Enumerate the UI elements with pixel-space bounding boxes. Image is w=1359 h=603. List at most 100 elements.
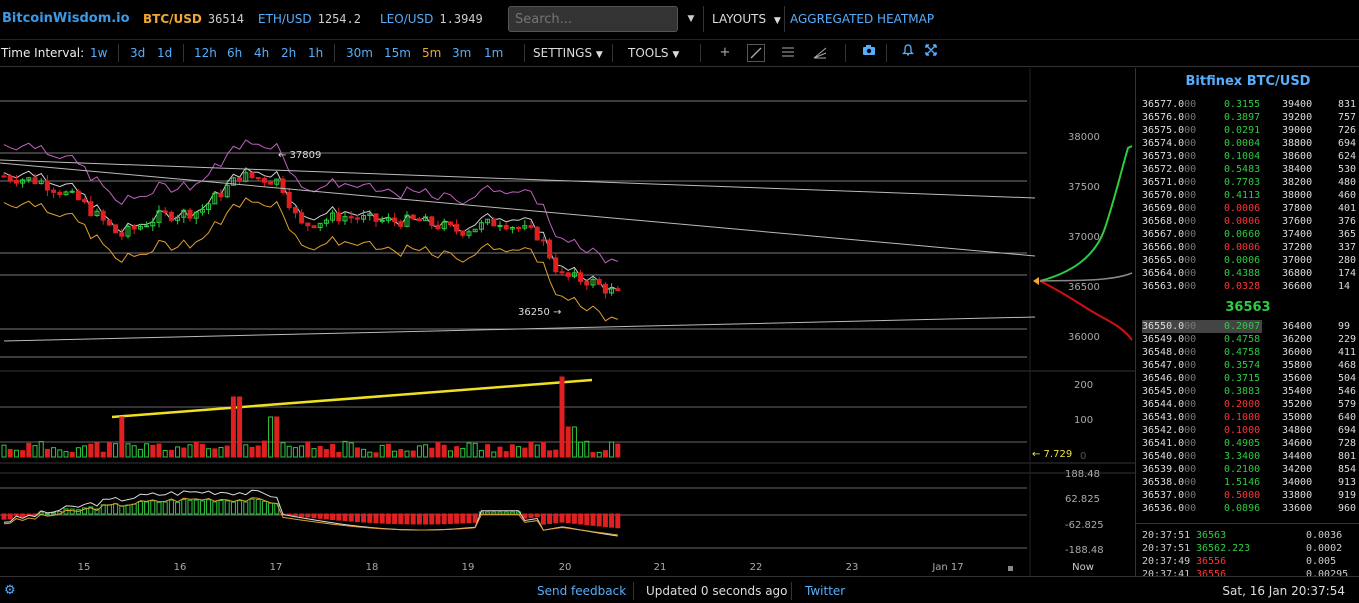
orderbook-row[interactable]: 36569.000 0.0006 37800 401 [1142, 202, 1356, 215]
orderbook-amount: 0.0896 [1224, 503, 1261, 514]
orderbook-row[interactable]: 36544.000 0.2000 35200 579 [1142, 398, 1356, 411]
tools-menu[interactable]: TOOLS ▼ [628, 46, 679, 60]
interval-5m[interactable]: 5m [422, 46, 441, 60]
volume-bar [175, 446, 181, 458]
ticker-symbol: BTC/USD [143, 12, 202, 26]
orderbook-row[interactable]: 36564.000 0.4388 36800 174 [1142, 267, 1356, 280]
fibonacci-icon[interactable] [811, 44, 829, 62]
orderbook-row[interactable]: 36540.000 3.3400 34400 801 [1142, 450, 1356, 463]
interval-3d[interactable]: 3d [130, 46, 145, 60]
orderbook-row[interactable]: 36547.000 0.3574 35800 468 [1142, 359, 1356, 372]
volume-bar [485, 444, 491, 458]
candle-body [547, 239, 553, 259]
interval-6h[interactable]: 6h [227, 46, 242, 60]
orderbook-row[interactable]: 36565.000 0.0006 37000 280 [1142, 254, 1356, 267]
macd-histogram-bar [367, 513, 373, 523]
search-input[interactable] [508, 6, 678, 32]
now-label: Now [1072, 562, 1094, 573]
orderbook-row[interactable]: 36572.000 0.5483 38400 530 [1142, 163, 1356, 176]
settings-menu[interactable]: SETTINGS ▼ [533, 46, 603, 60]
candle-body [454, 224, 460, 232]
orderbook-row[interactable]: 36576.000 0.3897 39200 757 [1142, 111, 1356, 124]
orderbook-row[interactable]: 36539.000 0.2100 34200 854 [1142, 463, 1356, 476]
orderbook-row[interactable]: 36536.000 0.0896 33600 960 [1142, 502, 1356, 515]
trendline-icon[interactable] [747, 44, 765, 62]
crosshair-icon[interactable]: + [716, 44, 734, 62]
candle-body [32, 177, 38, 185]
orderbook-row[interactable]: 36538.000 1.5146 34000 913 [1142, 476, 1356, 489]
orderbook-sum: 36600 [1282, 281, 1313, 292]
chart-area[interactable]: 38000 37500 37000 36500 36000 200 100 0 ← 7.729 1… [0, 68, 1135, 576]
interval-1h[interactable]: 1h [308, 46, 323, 60]
orderbook-row[interactable]: 36568.000 0.0006 37600 376 [1142, 215, 1356, 228]
orderbook-row[interactable]: 36545.000 0.3883 35400 546 [1142, 385, 1356, 398]
layouts-dropdown[interactable]: LAYOUTS ▼ [703, 6, 785, 32]
divider [791, 582, 792, 600]
aggregated-heatmap-link[interactable]: AGGREGATED HEATMAP [790, 12, 934, 26]
ticker-btc[interactable]: BTC/USD 36514 [143, 12, 244, 26]
macd-histogram-bar [534, 513, 540, 518]
orderbook-sum: 38800 [1282, 138, 1313, 149]
orderbook-row[interactable]: 36542.000 0.1000 34800 694 [1142, 424, 1356, 437]
orderbook-row[interactable]: 36546.000 0.3715 35600 504 [1142, 372, 1356, 385]
orderbook-row[interactable]: 36566.000 0.0006 37200 337 [1142, 241, 1356, 254]
interval-1m[interactable]: 1m [484, 46, 503, 60]
volume-bar [144, 443, 150, 458]
chevron-down-icon[interactable]: ▼ [680, 6, 702, 32]
candle-body [447, 221, 453, 226]
orderbook-sum: 35200 [1282, 399, 1313, 410]
ticker-leo[interactable]: LEO/USD 1.3949 [380, 12, 483, 26]
interval-12h[interactable]: 12h [194, 46, 217, 60]
fullscreen-icon[interactable] [922, 44, 940, 62]
orderbook-row[interactable]: 36573.000 0.1004 38600 624 [1142, 150, 1356, 163]
orderbook-row[interactable]: 36549.000 0.4758 36200 229 [1142, 333, 1356, 346]
interval-4h[interactable]: 4h [254, 46, 269, 60]
gear-icon[interactable]: ⚙ [4, 583, 16, 598]
trade-amount: 0.0036 [1306, 530, 1343, 541]
horizontal-lines-icon[interactable] [779, 44, 797, 62]
orderbook-row[interactable]: 36537.000 0.5000 33800 919 [1142, 489, 1356, 502]
orderbook-price: 36567.000 [1142, 229, 1197, 240]
orderbook-row[interactable]: 36570.000 0.4113 38000 460 [1142, 189, 1356, 202]
orderbook-row[interactable]: 36543.000 0.1000 35000 640 [1142, 411, 1356, 424]
volume-bar [435, 441, 441, 458]
orderbook-row[interactable]: 36575.000 0.0291 39000 726 [1142, 124, 1356, 137]
volume-bar [119, 416, 125, 458]
orderbook-row[interactable]: 36567.000 0.0660 37400 365 [1142, 228, 1356, 241]
orderbook-row[interactable]: 36563.000 0.0328 36600 14 [1142, 280, 1356, 293]
macd-histogram-bar [106, 504, 112, 515]
twitter-link[interactable]: Twitter [805, 584, 845, 598]
macd-histogram-bar [237, 500, 243, 515]
x-tick-label: 15 [78, 562, 91, 573]
macd-histogram-bar [540, 513, 546, 525]
interval-15m[interactable]: 15m [384, 46, 411, 60]
divider [886, 44, 887, 62]
ticker-symbol: LEO/USD [380, 12, 434, 26]
price-chart[interactable]: 38000 37500 37000 36500 36000 200 100 0 ← 7.729 1… [0, 68, 1135, 576]
camera-icon[interactable] [860, 44, 878, 62]
orderbook-row[interactable]: 36571.000 0.7703 38200 480 [1142, 176, 1356, 189]
orderbook-price: 36546.000 [1142, 373, 1197, 384]
bell-icon[interactable] [899, 44, 917, 62]
macd-tick-label: 188.48 [1065, 469, 1100, 480]
site-logo[interactable]: BitcoinWisdom.io [2, 11, 130, 26]
send-feedback-link[interactable]: Send feedback [537, 584, 626, 598]
interval-1d[interactable]: 1d [157, 46, 172, 60]
orderbook-total: 480 [1338, 177, 1357, 188]
macd-histogram-bar [168, 499, 174, 515]
interval-30m[interactable]: 30m [346, 46, 373, 60]
orderbook-amount: 0.5483 [1224, 164, 1261, 175]
orderbook-row[interactable]: 36548.000 0.4758 36000 411 [1142, 346, 1356, 359]
interval-2h[interactable]: 2h [281, 46, 296, 60]
interval-3m[interactable]: 3m [452, 46, 471, 60]
x-tick-label: 16 [174, 562, 187, 573]
orderbook-row[interactable]: 36574.000 0.0004 38800 694 [1142, 137, 1356, 150]
orderbook-row[interactable]: 36577.000 0.3155 39400 831 [1142, 98, 1356, 111]
orderbook-row[interactable]: 36541.000 0.4905 34600 728 [1142, 437, 1356, 450]
volume-bar [261, 440, 267, 458]
orderbook-row[interactable]: 36550.000 0.2007 36400 99 [1142, 320, 1350, 333]
interval-1w[interactable]: 1w [90, 46, 107, 60]
candle-body [311, 225, 317, 229]
orderbook-amount: 0.4388 [1224, 268, 1261, 279]
ticker-eth[interactable]: ETH/USD 1254.2 [258, 12, 361, 26]
